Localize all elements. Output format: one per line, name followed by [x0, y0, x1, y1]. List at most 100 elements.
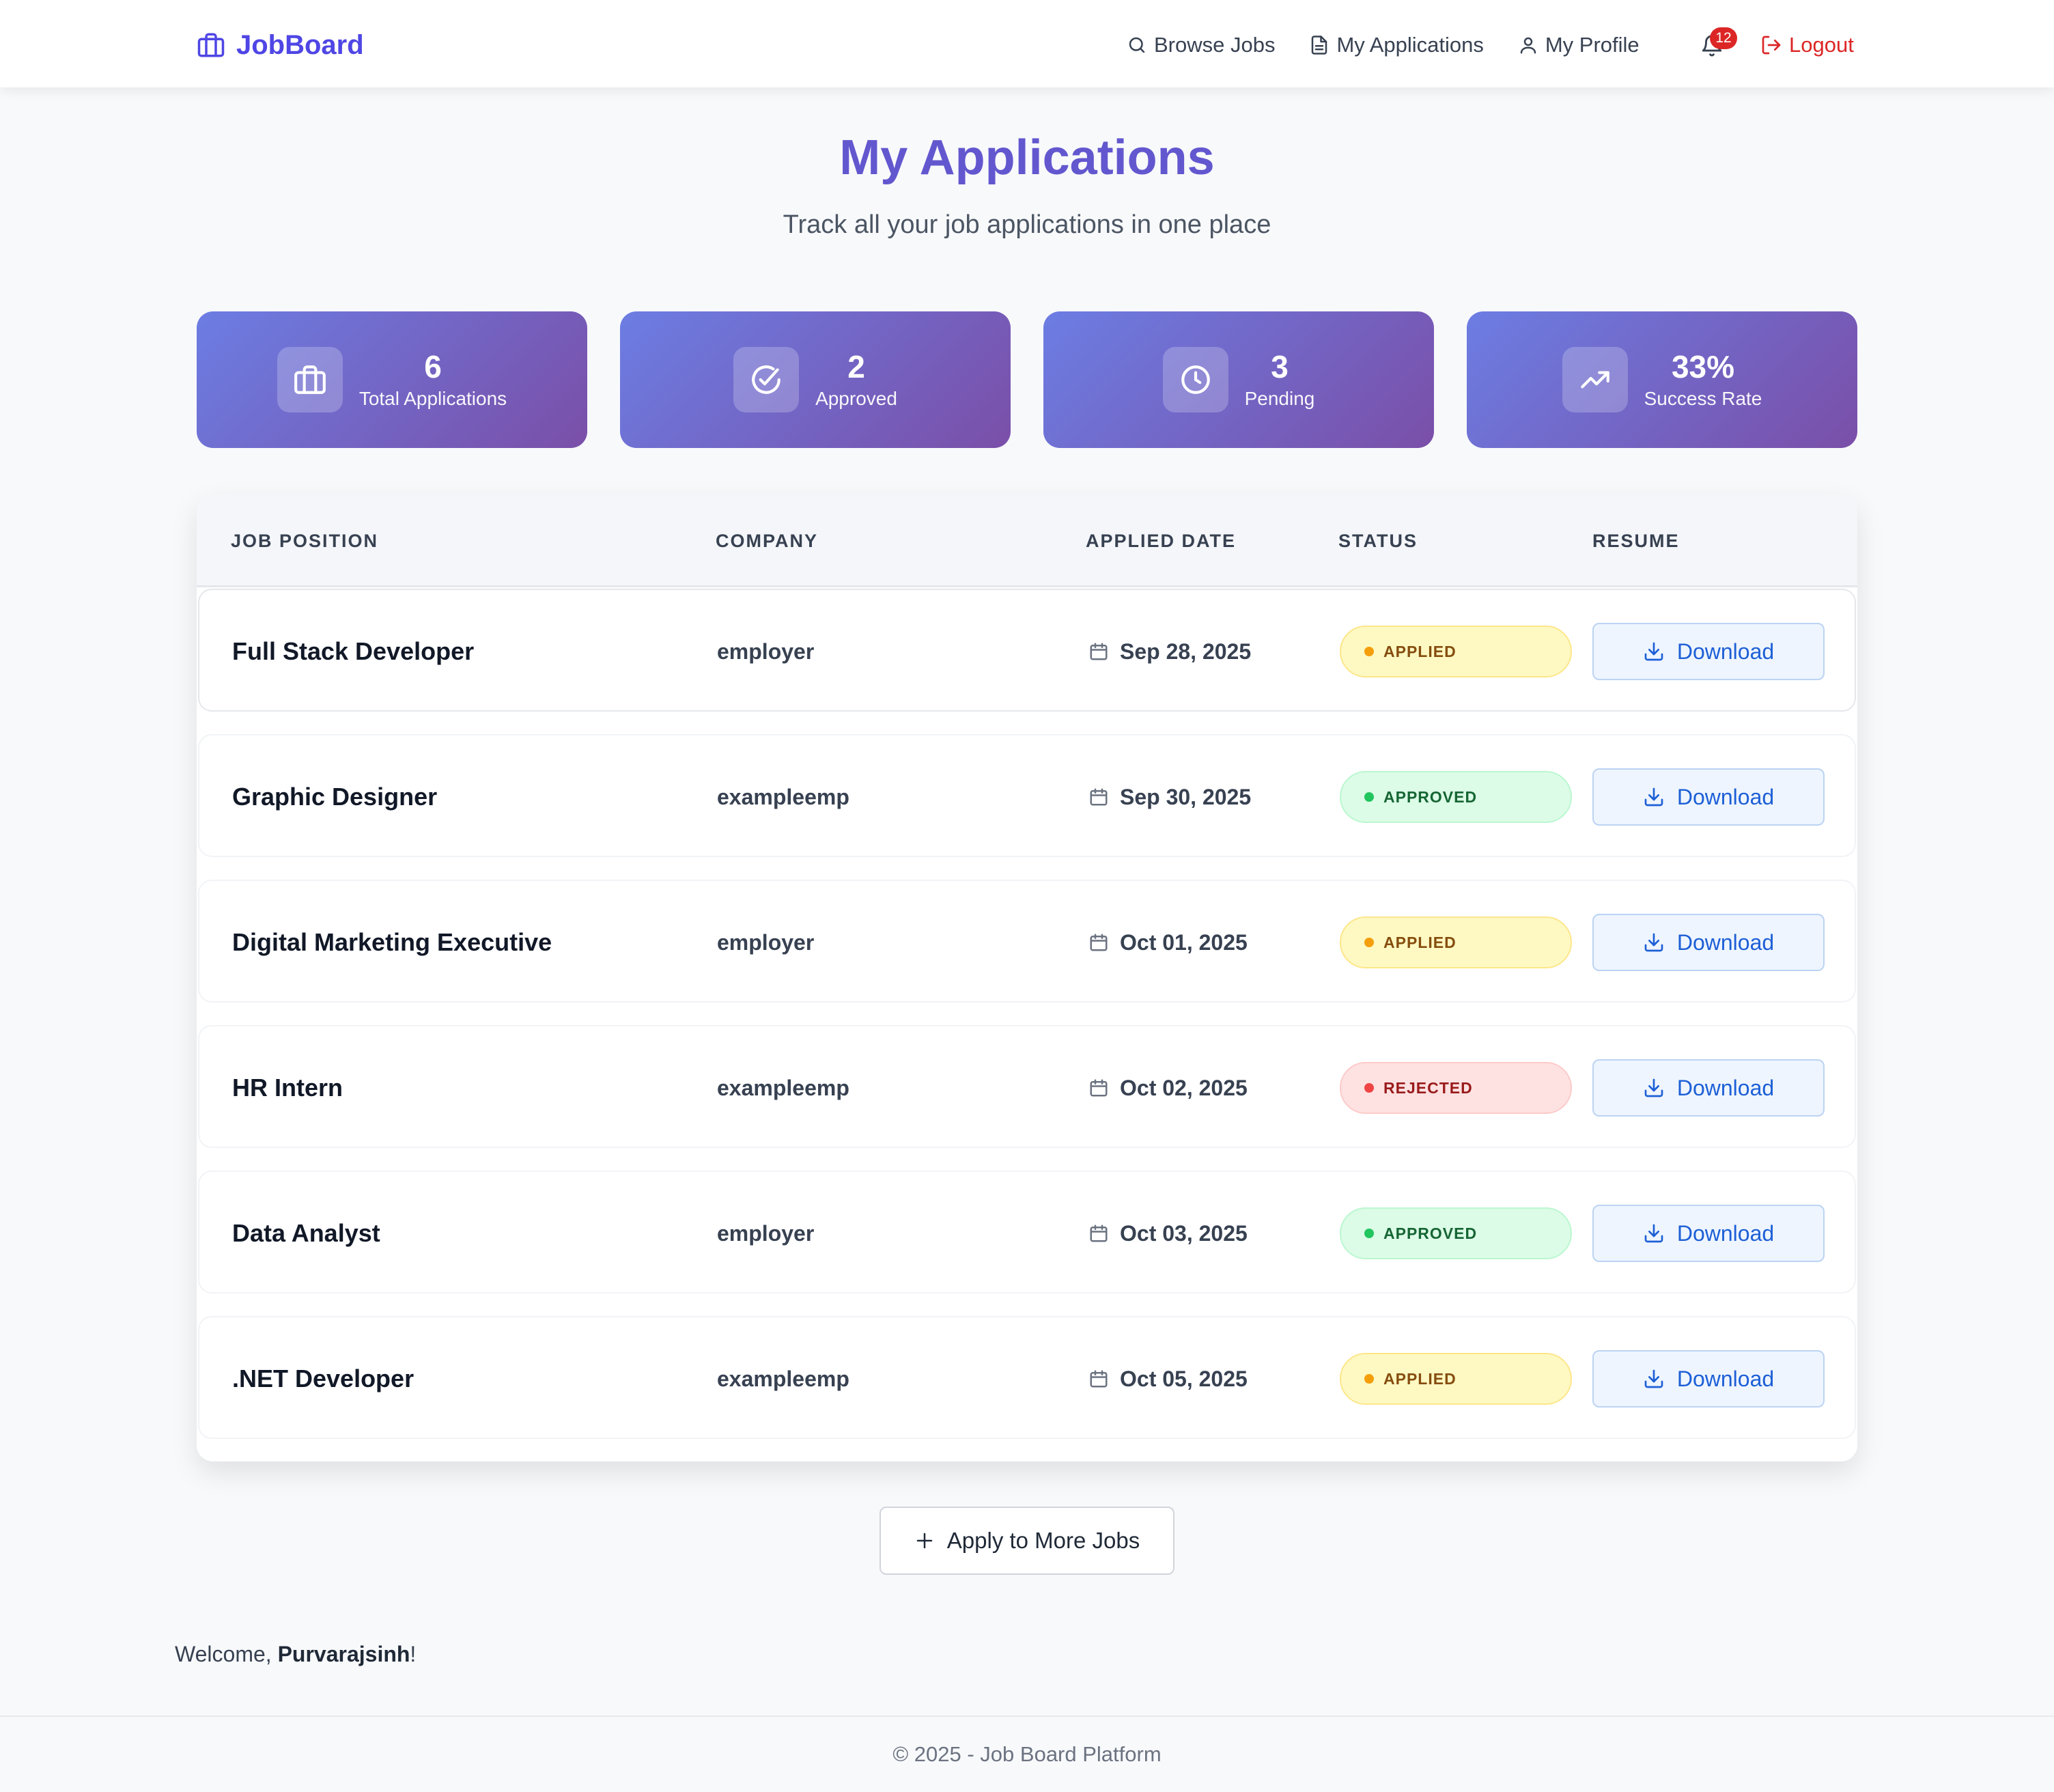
status-badge: APPROVED — [1340, 1207, 1572, 1259]
status-badge: REJECTED — [1340, 1062, 1572, 1114]
download-icon — [1644, 1224, 1663, 1243]
stat-card-total: 6 Total Applications — [197, 311, 587, 448]
briefcase-icon — [294, 365, 326, 394]
status-badge: APPLIED — [1340, 916, 1572, 968]
briefcase-icon — [197, 33, 225, 57]
trending-up-icon — [1580, 371, 1609, 389]
download-label: Download — [1676, 1366, 1775, 1391]
download-resume-button[interactable]: Download — [1592, 914, 1825, 971]
calendar-icon — [1090, 788, 1108, 806]
column-header-status: STATUS — [1338, 530, 1418, 551]
status-text: APPLIED — [1383, 642, 1457, 660]
status-dot — [1364, 1083, 1374, 1093]
document-icon — [1312, 36, 1327, 55]
applied-date-text: Oct 05, 2025 — [1120, 1366, 1248, 1391]
status-text: APPROVED — [1383, 787, 1478, 806]
stat-card-approved: 2 Approved — [620, 311, 1011, 448]
nav-browse-jobs[interactable]: Browse Jobs — [1127, 33, 1275, 57]
applied-date-text: Oct 02, 2025 — [1120, 1075, 1248, 1100]
status-cell: APPLIED — [1340, 590, 1572, 713]
stat-value: 33% — [1671, 349, 1735, 384]
company-cell: exampleemp — [717, 1366, 849, 1391]
applied-date-text: Sep 30, 2025 — [1120, 784, 1252, 809]
plus-icon — [916, 1532, 933, 1549]
company-cell: employer — [717, 929, 815, 955]
table-row: .NET Developer exampleemp Oct 05, 2025 APPL… — [198, 1316, 1856, 1439]
stat-label: Success Rate — [1644, 388, 1762, 409]
table-row: Data Analyst employer Oct 03, 2025 APPROVED… — [198, 1171, 1856, 1293]
status-dot — [1364, 647, 1374, 656]
download-icon — [1644, 1369, 1663, 1388]
stat-label: Pending — [1244, 388, 1315, 409]
nav-my-applications[interactable]: My Applications — [1309, 33, 1484, 57]
stat-icon-box — [733, 347, 800, 412]
applied-date-cell: Oct 02, 2025 — [1088, 1026, 1248, 1149]
resume-cell: Download — [1592, 590, 1825, 713]
download-label: Download — [1676, 639, 1775, 664]
job-position-cell: Data Analyst — [232, 1219, 380, 1247]
stat-label: Total Applications — [358, 388, 507, 409]
resume-cell: Download — [1592, 1172, 1825, 1295]
download-icon — [1644, 787, 1663, 807]
page-title: My Applications — [839, 130, 1215, 185]
welcome-message: Welcome, Purvarajsinh! — [175, 1642, 416, 1667]
applied-date-text: Oct 01, 2025 — [1120, 929, 1248, 955]
job-position-cell: Graphic Designer — [232, 783, 438, 811]
nav-my-profile-label: My Profile — [1545, 33, 1640, 57]
check-circle-icon — [752, 365, 780, 394]
resume-cell: Download — [1592, 736, 1825, 858]
applied-date-cell: Sep 28, 2025 — [1088, 590, 1251, 713]
download-resume-button[interactable]: Download — [1592, 1205, 1825, 1262]
status-text: APPLIED — [1383, 933, 1457, 951]
status-cell: APPROVED — [1340, 736, 1572, 858]
nav-my-applications-label: My Applications — [1336, 33, 1484, 57]
stat-card-success-rate: 33% Success Rate — [1467, 311, 1857, 448]
applied-date-cell: Oct 03, 2025 — [1088, 1172, 1248, 1295]
download-resume-button[interactable]: Download — [1592, 1350, 1825, 1408]
stat-icon-box — [1162, 347, 1228, 412]
column-header-job-position: JOB POSITION — [231, 530, 379, 551]
download-label: Download — [1676, 1075, 1775, 1100]
notifications-button[interactable]: 12 — [1700, 27, 1737, 60]
apply-more-jobs-button[interactable]: Apply to More Jobs — [880, 1507, 1174, 1575]
table-row: HR Intern exampleemp Oct 02, 2025 REJECTED D… — [198, 1025, 1856, 1148]
apply-more-jobs-label: Apply to More Jobs — [946, 1528, 1140, 1553]
status-badge: APPLIED — [1340, 626, 1572, 677]
download-icon — [1644, 1078, 1663, 1097]
calendar-icon — [1090, 643, 1108, 660]
status-cell: APPROVED — [1340, 1172, 1572, 1295]
status-dot — [1364, 792, 1374, 802]
notification-count-badge: 12 — [1710, 27, 1737, 49]
download-resume-button[interactable]: Download — [1592, 768, 1825, 826]
status-badge: APPLIED — [1340, 1353, 1572, 1405]
stat-value: 3 — [1271, 349, 1289, 384]
welcome-suffix: ! — [410, 1642, 417, 1666]
navbar: JobBoard Browse Jobs My Applications My … — [0, 0, 2054, 87]
calendar-icon — [1090, 1370, 1108, 1388]
logout-link[interactable]: Logout — [1760, 26, 1854, 64]
company-cell: employer — [717, 639, 815, 664]
company-cell: exampleemp — [717, 784, 849, 809]
welcome-user-name: Purvarajsinh — [277, 1642, 410, 1666]
download-resume-button[interactable]: Download — [1592, 1059, 1825, 1117]
status-dot — [1364, 938, 1374, 947]
stat-value: 6 — [424, 349, 442, 384]
table-row: Full Stack Developer employer Sep 28, 2025… — [198, 589, 1856, 712]
search-icon — [1129, 37, 1145, 53]
stat-label: Approved — [815, 388, 897, 409]
job-position-cell: HR Intern — [232, 1074, 343, 1102]
download-label: Download — [1676, 1220, 1775, 1246]
download-resume-button[interactable]: Download — [1592, 623, 1825, 680]
brand-link[interactable]: JobBoard — [197, 26, 364, 64]
stat-icon-box — [1562, 347, 1628, 412]
applied-date-cell: Sep 30, 2025 — [1088, 736, 1251, 858]
nav-my-profile[interactable]: My Profile — [1518, 33, 1640, 57]
column-header-resume: RESUME — [1592, 530, 1680, 551]
status-badge: APPROVED — [1340, 771, 1572, 823]
nav-links: Browse Jobs My Applications My Profile — [1127, 26, 1674, 64]
resume-cell: Download — [1592, 1317, 1825, 1440]
calendar-icon — [1090, 1224, 1108, 1242]
company-cell: employer — [717, 1220, 815, 1246]
status-cell: APPLIED — [1340, 881, 1572, 1004]
column-header-applied-date: APPLIED DATE — [1086, 530, 1237, 551]
